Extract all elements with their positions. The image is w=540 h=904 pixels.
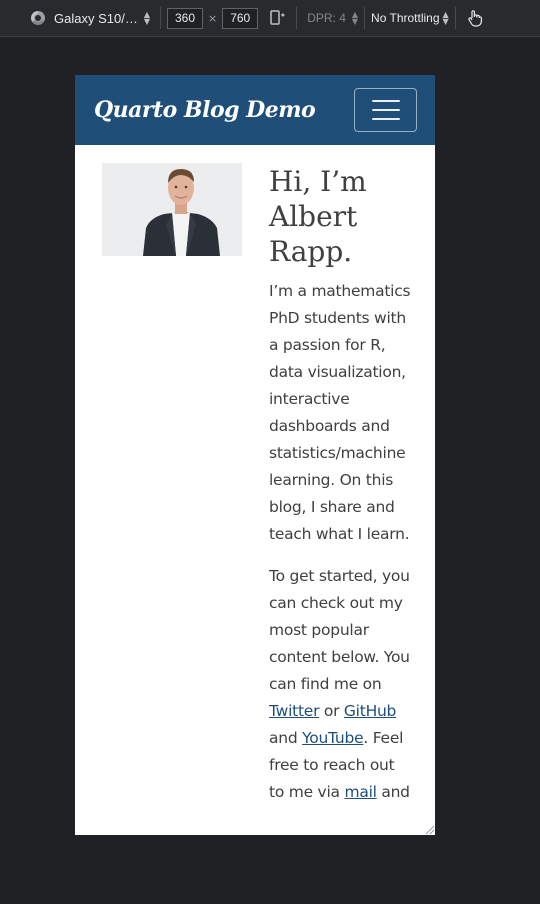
github-link[interactable]: GitHub xyxy=(344,702,396,720)
dpr-label: DPR: 4 xyxy=(307,11,346,25)
links-text-or: or xyxy=(319,702,344,720)
device-selector[interactable]: Galaxy S10/… ▲ ▼ xyxy=(0,0,150,37)
touch-toggle[interactable] xyxy=(462,0,483,37)
chevron-updown-icon: ▲ ▼ xyxy=(351,10,359,26)
hand-icon xyxy=(468,10,482,27)
mail-link[interactable]: mail xyxy=(344,783,376,801)
links-text-and-end: and xyxy=(376,783,410,801)
links-paragraph: To get started, you can check out my mos… xyxy=(269,563,413,806)
device-name: Galaxy S10/… xyxy=(54,10,138,26)
links-text-start: To get started, you can check out my mos… xyxy=(269,567,410,693)
hamburger-line xyxy=(371,109,400,111)
intro-text: Hi, I’m Albert Rapp. I’m a mathematics P… xyxy=(269,163,413,806)
navbar: Quarto Blog Demo xyxy=(75,75,435,145)
hamburger-line xyxy=(371,118,400,120)
about-section: Hi, I’m Albert Rapp. I’m a mathematics P… xyxy=(75,145,435,806)
chevron-updown-icon: ▲ ▼ xyxy=(143,10,150,26)
throttling-selector[interactable]: No Throttling ▲ ▼ xyxy=(371,0,449,37)
hamburger-line xyxy=(371,100,400,102)
chevron-updown-icon: ▲ ▼ xyxy=(442,10,449,26)
youtube-link[interactable]: YouTube xyxy=(302,729,364,747)
device-viewport: Quarto Blog Demo Hi, I’m Albert Rapp. I’… xyxy=(75,75,435,835)
chrome-icon xyxy=(31,11,45,25)
intro-paragraph: I’m a mathematics PhD students with a pa… xyxy=(269,282,411,543)
rotate-icon[interactable] xyxy=(268,9,286,27)
times-sign: × xyxy=(207,11,218,25)
throttling-label: No Throttling xyxy=(371,11,440,25)
resize-grip-icon[interactable] xyxy=(423,823,435,835)
devtools-device-toolbar: Galaxy S10/… ▲ ▼ 360 × 760 DPR: 4 ▲ ▼ No T… xyxy=(0,0,540,37)
profile-photo xyxy=(102,163,242,256)
twitter-link[interactable]: Twitter xyxy=(269,702,319,720)
links-text-and: and xyxy=(269,729,303,747)
width-input[interactable]: 360 xyxy=(166,7,203,29)
dpr-selector[interactable]: DPR: 4 ▲ ▼ xyxy=(303,0,358,37)
site-brand[interactable]: Quarto Blog Demo xyxy=(94,97,316,123)
height-input[interactable]: 760 xyxy=(222,7,259,29)
intro-heading: Hi, I’m Albert Rapp. xyxy=(269,165,367,268)
navbar-toggle-button[interactable] xyxy=(354,88,417,132)
